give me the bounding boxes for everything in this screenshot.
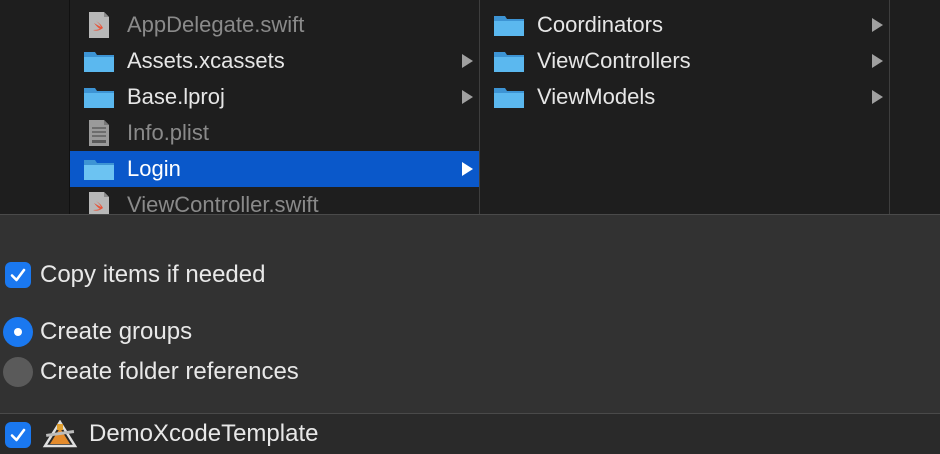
folder-icon <box>494 52 524 72</box>
checkmark-icon <box>10 428 26 442</box>
file-row-viewcontroller[interactable]: ViewController.swift <box>70 187 479 214</box>
file-label: ViewController.swift <box>127 192 319 214</box>
disclosure-arrow-icon <box>872 90 883 104</box>
file-label: Login <box>127 156 181 181</box>
disclosure-arrow-icon <box>872 18 883 32</box>
target-checkbox[interactable] <box>5 422 31 448</box>
file-label: AppDelegate.swift <box>127 12 305 37</box>
file-row-viewcontrollers[interactable]: ViewControllers <box>480 43 889 79</box>
plist-file-icon <box>89 120 109 146</box>
file-row-base-lproj[interactable]: Base.lproj <box>70 79 479 115</box>
file-row-viewmodels[interactable]: ViewModels <box>480 79 889 115</box>
create-groups-radio[interactable] <box>3 317 33 347</box>
targets-list: DemoXcodeTemplate <box>0 414 940 454</box>
file-row-appdelegate[interactable]: AppDelegate.swift <box>70 7 479 43</box>
disclosure-arrow-icon <box>462 54 473 68</box>
create-groups-label: Create groups <box>40 318 193 345</box>
file-label: ViewControllers <box>537 48 691 73</box>
browser-divider <box>0 214 940 215</box>
disclosure-arrow-icon <box>462 162 473 176</box>
browser-column-2[interactable]: Coordinators ViewControllers ViewModels <box>480 0 890 214</box>
file-label: Base.lproj <box>127 84 225 109</box>
create-folder-references-radio[interactable] <box>3 357 33 387</box>
swift-file-icon <box>89 192 109 214</box>
folder-icon <box>84 88 114 108</box>
folder-icon <box>84 52 114 72</box>
folder-icon <box>84 160 114 180</box>
browser-column-parent[interactable] <box>0 0 70 214</box>
disclosure-arrow-icon <box>872 54 883 68</box>
file-row-login[interactable]: Login <box>70 151 479 187</box>
file-row-info-plist[interactable]: Info.plist <box>70 115 479 151</box>
file-browser: AppDelegate.swift Assets.xcassets Base.l… <box>0 0 940 214</box>
swift-file-icon <box>89 12 109 38</box>
checkmark-icon <box>10 268 26 282</box>
folder-icon <box>494 88 524 108</box>
disclosure-arrow-icon <box>462 90 473 104</box>
folder-icon <box>494 16 524 36</box>
file-label: ViewModels <box>537 84 656 109</box>
file-row-coordinators[interactable]: Coordinators <box>480 7 889 43</box>
browser-column-3[interactable] <box>890 0 940 214</box>
file-row-assets[interactable]: Assets.xcassets <box>70 43 479 79</box>
file-label: Assets.xcassets <box>127 48 285 73</box>
copy-items-checkbox[interactable] <box>5 262 31 288</box>
file-label: Info.plist <box>127 120 209 145</box>
file-label: Coordinators <box>537 12 663 37</box>
create-folder-references-label: Create folder references <box>40 358 299 385</box>
xcode-app-icon <box>42 420 78 448</box>
copy-items-label: Copy items if needed <box>40 261 266 288</box>
browser-column-1[interactable]: AppDelegate.swift Assets.xcassets Base.l… <box>70 0 480 214</box>
target-label: DemoXcodeTemplate <box>89 420 319 447</box>
